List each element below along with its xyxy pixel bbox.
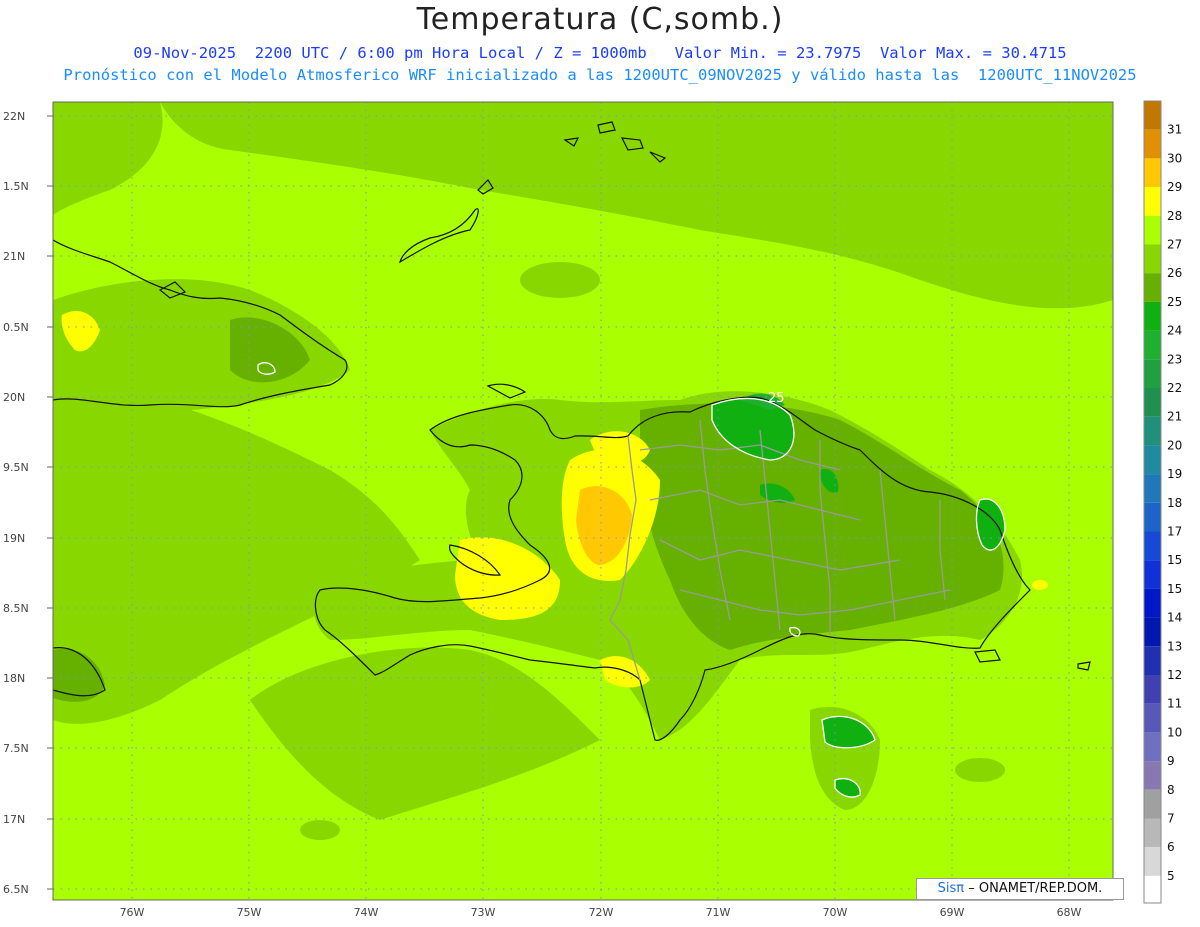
colorbar-label: 15	[1167, 582, 1182, 596]
colorbar-label: 21	[1167, 410, 1182, 424]
colorbar-swatch	[1144, 531, 1161, 561]
colorbar-label: 28	[1167, 209, 1182, 223]
colorbar-swatch	[1144, 416, 1161, 446]
colorbar-label: 14	[1167, 611, 1182, 625]
colorbar-swatch	[1144, 330, 1161, 360]
lat-label: 7.5N	[3, 742, 29, 755]
lat-label: 17N	[3, 813, 25, 826]
colorbar-label: 20	[1167, 438, 1182, 452]
colorbar-swatch	[1144, 244, 1161, 274]
colorbar-swatch	[1144, 617, 1161, 647]
colorbar-swatch	[1144, 129, 1161, 159]
lon-label: 73W	[471, 906, 496, 919]
colorbar-label: 5	[1167, 869, 1175, 883]
colorbar-label: 24	[1167, 324, 1182, 338]
colorbar-label: 8	[1167, 783, 1175, 797]
colorbar: 31 30 29 28 27 26 25 24 23 22 21 20 19 18 17 15 15 14 13 12…	[1143, 100, 1182, 904]
colorbar-swatch	[1144, 818, 1161, 848]
credit-box: Sisπ – ONAMET/REP.DOM.	[916, 878, 1124, 900]
colorbar-label: 29	[1167, 180, 1182, 194]
lon-label: 74W	[354, 906, 379, 919]
colorbar-label: 12	[1167, 668, 1182, 682]
colorbar-swatch	[1144, 101, 1161, 130]
lon-label: 71W	[706, 906, 731, 919]
colorbar-label: 7	[1167, 812, 1175, 826]
colorbar-swatch	[1144, 675, 1161, 704]
lat-label: 8.5N	[3, 602, 29, 615]
colorbar-swatch	[1144, 560, 1161, 589]
colorbar-label: 23	[1167, 352, 1182, 366]
lon-label: 68W	[1057, 906, 1082, 919]
lat-label: 6.5N	[3, 883, 29, 896]
colorbar-swatch	[1144, 789, 1161, 819]
latitude-ticks	[47, 115, 53, 890]
latitude-labels: 22N 1.5N 21N 0.5N 20N 9.5N 19N 8.5N 18N …	[3, 110, 29, 896]
lon-label: 76W	[120, 906, 145, 919]
colorbar-label: 22	[1167, 381, 1182, 395]
colorbar-swatch	[1144, 273, 1161, 302]
lon-label: 70W	[823, 906, 848, 919]
colorbar-swatch	[1144, 474, 1161, 503]
colorbar-label: 26	[1167, 266, 1182, 280]
colorbar-label: 18	[1167, 496, 1182, 510]
lon-label: 69W	[940, 906, 965, 919]
colorbar-swatch	[1144, 646, 1161, 675]
colorbar-label: 15	[1167, 553, 1182, 567]
longitude-labels: 76W 75W 74W 73W 72W 71W 70W 69W 68W	[120, 906, 1082, 919]
colorbar-label: 27	[1167, 238, 1182, 252]
colorbar-swatch	[1144, 187, 1161, 216]
colorbar-swatch	[1144, 588, 1161, 618]
colorbar-swatch	[1144, 388, 1161, 417]
temperature-map: 25 22N 1.5N 21N 0.5N 20N 9.5N 19N 8.5N 1…	[3, 100, 1182, 919]
lat-label: 20N	[3, 391, 25, 404]
colorbar-swatch	[1144, 301, 1161, 331]
lat-label: 9.5N	[3, 461, 29, 474]
colorbar-label: 9	[1167, 754, 1175, 768]
colorbar-label: 13	[1167, 639, 1182, 653]
colorbar-swatch	[1144, 158, 1161, 188]
colorbar-label: 19	[1167, 467, 1182, 481]
colorbar-label: 10	[1167, 725, 1182, 739]
colorbar-swatch	[1144, 445, 1161, 475]
colorbar-label: 6	[1167, 840, 1175, 854]
colorbar-swatch	[1144, 359, 1161, 388]
colorbar-swatch	[1144, 215, 1161, 245]
colorbar-label: 11	[1167, 697, 1182, 711]
lat-label: 18N	[3, 672, 25, 685]
lat-label: 1.5N	[3, 180, 29, 193]
colorbar-swatch	[1144, 761, 1161, 790]
lon-label: 72W	[589, 906, 614, 919]
lat-label: 21N	[3, 250, 25, 263]
colorbar-swatch	[1144, 703, 1161, 733]
colorbar-swatch	[1144, 502, 1161, 532]
colorbar-label: 31	[1167, 123, 1182, 137]
lat-label: 0.5N	[3, 321, 29, 334]
colorbar-swatch	[1144, 875, 1161, 903]
temperature-field	[53, 102, 1113, 900]
contour-label: 25	[768, 391, 785, 406]
colorbar-label: 17	[1167, 525, 1182, 539]
colorbar-label: 30	[1167, 151, 1182, 165]
colorbar-label: 25	[1167, 295, 1182, 309]
credit-brand: Sisπ	[937, 881, 965, 896]
colorbar-swatch	[1144, 732, 1161, 762]
colorbar-swatch	[1144, 847, 1161, 876]
lat-label: 19N	[3, 532, 25, 545]
credit-text: – ONAMET/REP.DOM.	[968, 881, 1103, 896]
lon-label: 75W	[237, 906, 262, 919]
lat-label: 22N	[3, 110, 25, 123]
